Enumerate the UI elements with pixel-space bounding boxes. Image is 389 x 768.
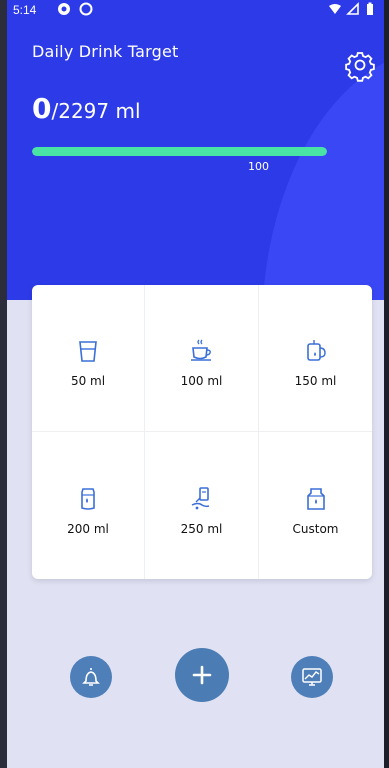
progress-bar: [32, 147, 327, 156]
pour-bottle-icon: [191, 486, 209, 509]
plus-icon: [192, 665, 212, 685]
right-bezel: [384, 0, 389, 768]
notification-icon: [79, 2, 93, 16]
drink-option-50ml[interactable]: 50 ml: [32, 285, 145, 432]
intake-amount: 0/2297 ml: [32, 92, 141, 125]
progress-label: 100: [248, 160, 269, 173]
signal-icon: [346, 2, 359, 15]
wifi-icon: [329, 4, 341, 14]
drink-options-grid: 50 ml 100 ml 150 ml 200 ml 250 ml Custom: [32, 285, 372, 579]
battery-icon: [367, 2, 373, 15]
bell-icon: [82, 668, 100, 686]
statistics-button[interactable]: [291, 656, 333, 698]
can-icon: [81, 487, 95, 510]
drink-option-label: 200 ml: [67, 521, 109, 536]
drink-option-100ml[interactable]: 100 ml: [145, 285, 259, 432]
status-bar: 5:14: [7, 0, 384, 20]
add-drink-button[interactable]: [175, 648, 229, 702]
reminder-button[interactable]: [70, 656, 112, 698]
target-intake: /2297 ml: [51, 99, 141, 123]
drink-option-label: 100 ml: [180, 374, 223, 388]
glass-icon: [79, 341, 97, 362]
app-notification-icon: [58, 3, 70, 15]
mug-icon: [306, 340, 326, 361]
progress-fill: [32, 147, 327, 156]
left-bezel: [0, 0, 7, 768]
drink-option-custom[interactable]: Custom: [259, 432, 372, 579]
status-time: 5:14: [13, 3, 37, 17]
gear-icon[interactable]: [343, 48, 377, 82]
current-intake: 0: [32, 92, 52, 125]
drink-option-label: 150 ml: [294, 374, 337, 388]
drink-option-200ml[interactable]: 200 ml: [32, 432, 145, 579]
coffee-cup-icon: [190, 339, 211, 361]
page-title: Daily Drink Target: [32, 42, 179, 61]
milk-carton-icon: [306, 487, 325, 510]
drink-option-150ml[interactable]: 150 ml: [259, 285, 372, 432]
drink-option-label: Custom: [292, 521, 339, 536]
drink-option-label: 50 ml: [70, 374, 106, 388]
chart-monitor-icon: [302, 668, 322, 686]
drink-option-label: 250 ml: [180, 521, 223, 536]
app-screen: 5:14 Daily Drink Target 0/2297 ml 100 50…: [0, 0, 389, 768]
drink-option-250ml[interactable]: 250 ml: [145, 432, 259, 579]
